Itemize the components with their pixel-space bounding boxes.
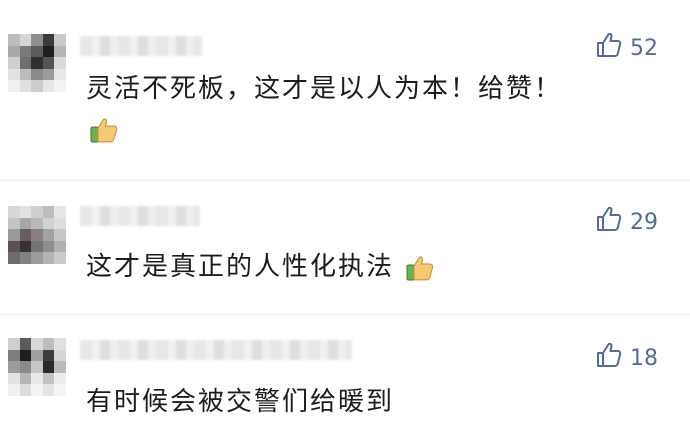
like-button[interactable]: 18 [594,340,658,376]
nickname-blurred[interactable] [80,340,352,360]
like-count: 18 [630,345,658,371]
comment-emoji [88,114,120,146]
nickname-blurred[interactable] [80,36,202,56]
like-button[interactable]: 52 [594,30,658,66]
like-count: 52 [630,35,658,61]
comment-text: 灵活不死板，这才是以人为本！给赞！ [86,74,563,104]
divider [0,180,690,181]
thumbs-up-outline-icon [594,204,624,240]
like-count: 29 [630,209,658,235]
avatar[interactable] [8,206,66,264]
thumbs-up-outline-icon [594,340,624,376]
avatar[interactable] [8,34,66,92]
thumbs-up-emoji-icon [404,252,436,284]
thumbs-up-outline-icon [594,30,624,66]
comment-text: 有时候会被交警们给暖到 [86,387,395,417]
divider [0,314,690,315]
nickname-blurred[interactable] [80,206,200,226]
comment-text: 这才是真正的人性化执法 [86,250,436,284]
like-button[interactable]: 29 [594,204,658,240]
thumbs-up-emoji-icon [88,114,120,146]
avatar[interactable] [8,338,66,396]
